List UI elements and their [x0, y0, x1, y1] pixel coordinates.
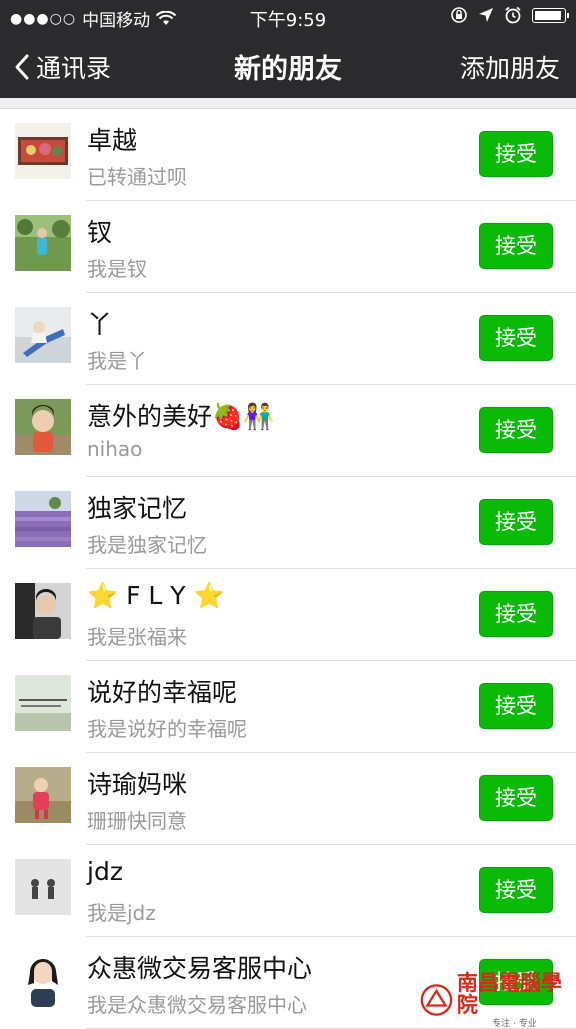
avatar: [15, 215, 71, 271]
accept-button[interactable]: 接受: [479, 223, 553, 269]
request-name: ⭐ F L Y ⭐: [87, 581, 225, 611]
avatar: [15, 951, 71, 1007]
list-item[interactable]: 意外的美好🍓👫 nihao 接受: [0, 385, 576, 477]
request-message: 我是独家记忆: [87, 533, 207, 557]
avatar: [15, 123, 71, 179]
watermark-text: 南昌電腦學院 专注 · 专业: [456, 969, 572, 1029]
request-name: 独家记忆: [87, 494, 188, 523]
request-name: 说好的幸福呢: [87, 678, 238, 707]
avatar: [15, 307, 71, 363]
avatar: [15, 767, 71, 823]
status-icons: [450, 6, 569, 24]
avatar: [15, 399, 71, 455]
star-icon: ⭐: [87, 581, 119, 610]
request-message: 我是张福来: [87, 625, 187, 649]
avatar: [15, 675, 71, 731]
accept-button[interactable]: 接受: [479, 591, 553, 637]
rotation-lock-icon: [451, 7, 467, 23]
add-friend-button[interactable]: 添加朋友: [460, 49, 560, 85]
accept-button[interactable]: 接受: [479, 499, 553, 545]
watermark-subtitle: 专注 · 专业: [492, 1018, 537, 1029]
section-gap: [0, 98, 576, 109]
battery-icon: [532, 7, 569, 23]
status-bar: ●●●○○ 中国移动 下午9:59: [0, 0, 576, 34]
list-item[interactable]: 钗 我是钗 接受: [0, 201, 576, 293]
school-logo-icon: [420, 984, 453, 1016]
request-name: 众惠微交易客服中心: [87, 954, 313, 983]
list-item[interactable]: 独家记忆 我是独家记忆 接受: [0, 477, 576, 569]
request-name: jdz: [87, 857, 123, 886]
watermark-logo: 南昌電腦學院 专注 · 专业: [420, 971, 572, 1029]
request-message: 珊珊快同意: [87, 809, 187, 833]
list-item[interactable]: 丫 我是丫 接受: [0, 293, 576, 385]
accept-button[interactable]: 接受: [479, 131, 553, 177]
list-item[interactable]: 诗瑜妈咪 珊珊快同意 接受: [0, 753, 576, 845]
request-message: 我是jdz: [87, 901, 156, 925]
accept-button[interactable]: 接受: [479, 683, 553, 729]
list-item[interactable]: 卓越 已转通过呗 接受: [0, 109, 576, 201]
request-name-text: F L Y: [126, 581, 186, 610]
request-name: 意外的美好🍓👫: [87, 397, 274, 433]
request-name: 丫: [87, 310, 113, 339]
request-name-text: 意外的美好: [87, 402, 213, 431]
request-name: 钗: [87, 218, 113, 247]
list-item[interactable]: ⭐ F L Y ⭐ 我是张福来 接受: [0, 569, 576, 661]
avatar: [15, 859, 71, 915]
accept-button[interactable]: 接受: [479, 315, 553, 361]
watermark-title: 南昌電腦學院: [456, 969, 562, 1017]
location-icon: [479, 8, 493, 22]
request-message: nihao: [87, 437, 143, 461]
request-message: 已转通过呗: [87, 165, 187, 189]
request-message: 我是众惠微交易客服中心: [87, 993, 307, 1017]
friend-request-list: 卓越 已转通过呗 接受 钗 我是钗 接受 丫 我是丫 接受 意外的美好🍓👫 ni…: [0, 109, 576, 1029]
accept-button[interactable]: 接受: [479, 867, 553, 913]
star-icon: ⭐: [193, 581, 225, 610]
request-name: 卓越: [87, 126, 138, 155]
avatar: [15, 583, 71, 639]
accept-button[interactable]: 接受: [479, 407, 553, 453]
request-message: 我是说好的幸福呢: [87, 717, 247, 741]
request-message: 我是钗: [87, 257, 147, 281]
request-name: 诗瑜妈咪: [87, 770, 188, 799]
alarm-icon: [505, 6, 521, 24]
avatar: [15, 491, 71, 547]
list-item[interactable]: jdz 我是jdz 接受: [0, 845, 576, 937]
request-message: 我是丫: [87, 349, 147, 373]
accept-button[interactable]: 接受: [479, 775, 553, 821]
list-item[interactable]: 说好的幸福呢 我是说好的幸福呢 接受: [0, 661, 576, 753]
nav-bar: 通讯录 新的朋友 添加朋友: [0, 34, 576, 98]
name-emoji: 🍓👫: [212, 402, 275, 431]
